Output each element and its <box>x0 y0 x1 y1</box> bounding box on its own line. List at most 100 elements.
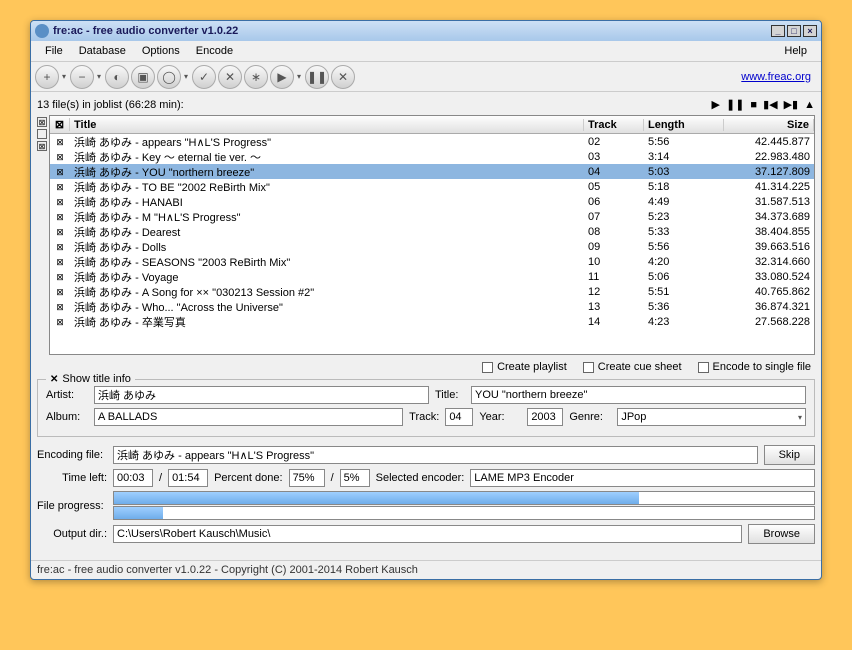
row-size: 39.663.516 <box>724 241 814 253</box>
row-track: 07 <box>584 211 644 223</box>
close-icon[interactable]: ✕ <box>50 374 58 385</box>
dropdown-arrow-icon[interactable]: ▾ <box>97 72 101 81</box>
track-field[interactable]: 04 <box>445 408 473 426</box>
col-track[interactable]: Track <box>584 119 644 131</box>
create-cue-checkbox[interactable]: Create cue sheet <box>583 361 682 373</box>
row-checkbox[interactable] <box>50 286 70 298</box>
add-files-icon[interactable]: + <box>35 65 59 89</box>
pause-icon[interactable]: ❚❚ <box>305 65 329 89</box>
row-checkbox[interactable] <box>50 166 70 178</box>
table-row[interactable]: 浜崎 あゆみ - Voyage115:0633.080.524 <box>50 269 814 284</box>
menu-file[interactable]: File <box>37 43 71 59</box>
menu-help[interactable]: Help <box>776 43 815 59</box>
row-size: 32.314.660 <box>724 256 814 268</box>
table-row[interactable]: 浜崎 あゆみ - M "H∧L'S Progress"075:2334.373.… <box>50 209 814 224</box>
row-checkbox[interactable] <box>50 196 70 208</box>
cd-icon[interactable]: ◐ <box>105 65 129 89</box>
row-checkbox[interactable] <box>50 301 70 313</box>
skip-button[interactable]: Skip <box>764 445 815 465</box>
row-checkbox[interactable] <box>50 226 70 238</box>
search-icon[interactable]: ◯ <box>157 65 181 89</box>
eject-icon[interactable]: ▲ <box>804 99 815 111</box>
col-length[interactable]: Length <box>644 119 724 131</box>
dropdown-arrow-icon[interactable]: ▾ <box>297 72 301 81</box>
table-row[interactable]: 浜崎 あゆみ - Dolls095:5639.663.516 <box>50 239 814 254</box>
stop-icon[interactable]: ✕ <box>331 65 355 89</box>
options-icon[interactable]: ✕ <box>218 65 242 89</box>
encode-single-checkbox[interactable]: Encode to single file <box>698 361 811 373</box>
table-row[interactable]: 浜崎 あゆみ - TO BE "2002 ReBirth Mix"055:184… <box>50 179 814 194</box>
row-track: 06 <box>584 196 644 208</box>
year-field[interactable]: 2003 <box>527 408 563 426</box>
row-size: 27.568.228 <box>724 316 814 328</box>
output-dir-field[interactable]: C:\Users\Robert Kausch\Music\ <box>113 525 742 543</box>
col-title[interactable]: Title <box>70 119 584 131</box>
close-button[interactable]: × <box>803 25 817 37</box>
minimize-button[interactable]: _ <box>771 25 785 37</box>
menu-options[interactable]: Options <box>134 43 188 59</box>
encode-icon[interactable]: ▶ <box>270 65 294 89</box>
row-track: 04 <box>584 166 644 178</box>
submit-icon[interactable]: ✓ <box>192 65 216 89</box>
maximize-button[interactable]: □ <box>787 25 801 37</box>
title-field[interactable]: YOU "northern breeze" <box>471 386 806 404</box>
app-window: fre:ac - free audio converter v1.0.22 _ … <box>30 20 822 580</box>
row-track: 09 <box>584 241 644 253</box>
table-row[interactable]: 浜崎 あゆみ - A Song for ×× "030213 Session #… <box>50 284 814 299</box>
dropdown-arrow-icon[interactable]: ▾ <box>184 72 188 81</box>
table-row[interactable]: 浜崎 あゆみ - Who... "Across the Universe"135… <box>50 299 814 314</box>
titlebar[interactable]: fre:ac - free audio converter v1.0.22 _ … <box>31 21 821 41</box>
file-progress-bar <box>113 491 815 505</box>
toolbar: +▾ −▾ ◐ ▣ ◯▾ ✓ ✕ ∗ ▶▾ ❚❚ ✕ www.freac.org <box>31 62 821 92</box>
next-icon[interactable]: ▶▮ <box>784 98 799 111</box>
encoding-panel: Encoding file: 浜崎 あゆみ - appears "H∧L'S P… <box>37 441 815 552</box>
col-size[interactable]: Size <box>724 119 814 131</box>
row-size: 41.314.225 <box>724 181 814 193</box>
create-playlist-checkbox[interactable]: Create playlist <box>482 361 567 373</box>
prev-icon[interactable]: ▮◀ <box>763 98 778 111</box>
table-row[interactable]: 浜崎 あゆみ - appears "H∧L'S Progress"025:564… <box>50 134 814 149</box>
row-checkbox[interactable] <box>50 271 70 283</box>
table-row[interactable]: 浜崎 あゆみ - Key ～ eternal tie ver. ～033:142… <box>50 149 814 164</box>
row-size: 37.127.809 <box>724 166 814 178</box>
menu-database[interactable]: Database <box>71 43 134 59</box>
genre-select[interactable]: JPop▾ <box>617 408 806 426</box>
row-length: 5:18 <box>644 181 724 193</box>
table-row[interactable]: 浜崎 あゆみ - YOU "northern breeze"045:0337.1… <box>50 164 814 179</box>
menu-encode[interactable]: Encode <box>188 43 241 59</box>
album-field[interactable]: A BALLADS <box>94 408 403 426</box>
row-checkbox[interactable] <box>50 151 70 163</box>
row-size: 36.874.321 <box>724 301 814 313</box>
row-checkbox[interactable] <box>50 316 70 328</box>
table-row[interactable]: 浜崎 あゆみ - SEASONS "2003 ReBirth Mix"104:2… <box>50 254 814 269</box>
col-check[interactable]: ⊠ <box>50 118 70 131</box>
row-title: 浜崎 あゆみ - TO BE "2002 ReBirth Mix" <box>70 179 584 195</box>
row-checkbox[interactable] <box>50 211 70 223</box>
row-length: 5:06 <box>644 271 724 283</box>
check-none-icon[interactable] <box>37 129 47 139</box>
pause-icon[interactable]: ❚❚ <box>726 98 744 111</box>
row-checkbox[interactable] <box>50 241 70 253</box>
check-toggle-icon[interactable]: ⊠ <box>37 141 47 151</box>
row-checkbox[interactable] <box>50 256 70 268</box>
settings-icon[interactable]: ∗ <box>244 65 268 89</box>
stop-icon[interactable]: ■ <box>750 99 757 111</box>
table-row[interactable]: 浜崎 あゆみ - Dearest085:3338.404.855 <box>50 224 814 239</box>
database-icon[interactable]: ▣ <box>131 65 155 89</box>
row-size: 33.080.524 <box>724 271 814 283</box>
check-all-icon[interactable]: ⊠ <box>37 117 47 127</box>
remove-files-icon[interactable]: − <box>70 65 94 89</box>
row-checkbox[interactable] <box>50 136 70 148</box>
time-total: 01:54 <box>168 469 208 487</box>
browse-button[interactable]: Browse <box>748 524 815 544</box>
dropdown-arrow-icon[interactable]: ▾ <box>62 72 66 81</box>
play-icon[interactable]: ▶ <box>712 98 720 111</box>
playback-controls: ▶ ❚❚ ■ ▮◀ ▶▮ ▲ <box>712 98 815 111</box>
table-row[interactable]: 浜崎 あゆみ - HANABI064:4931.587.513 <box>50 194 814 209</box>
freac-link[interactable]: www.freac.org <box>741 71 817 83</box>
side-checkboxes: ⊠ ⊠ <box>37 115 47 355</box>
table-row[interactable]: 浜崎 あゆみ - 卒業写真144:2327.568.228 <box>50 314 814 329</box>
row-checkbox[interactable] <box>50 181 70 193</box>
row-title: 浜崎 あゆみ - Who... "Across the Universe" <box>70 299 584 315</box>
artist-field[interactable]: 浜崎 あゆみ <box>94 386 429 404</box>
